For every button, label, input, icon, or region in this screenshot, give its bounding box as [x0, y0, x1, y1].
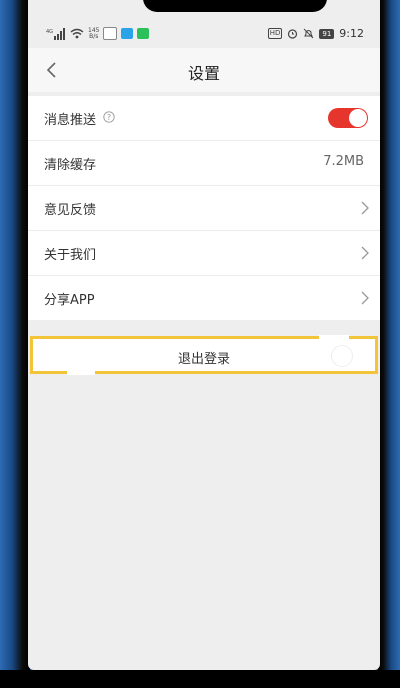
- hd-badge: HD: [267, 28, 283, 39]
- navigation-header: 设置: [28, 48, 380, 92]
- settings-item-about[interactable]: 关于我们: [28, 231, 380, 276]
- tencent-app-icon: [103, 27, 118, 40]
- phone-frame-right: [378, 0, 400, 688]
- settings-item-share[interactable]: 分享APP: [28, 276, 380, 320]
- phone-screen: 4G 145 B/s HD 91 9:12 设置 消息推送 ? 清除缓存 7.2…: [28, 0, 380, 670]
- settings-item-label: 清除缓存: [44, 158, 97, 173]
- network-speed: 145 B/s: [88, 26, 100, 40]
- phone-frame-bottom: [0, 670, 400, 688]
- settings-item-push: 消息推送 ?: [28, 96, 380, 141]
- settings-item-clear-cache[interactable]: 清除缓存 7.2MB: [28, 141, 380, 186]
- highlight-gap: [67, 369, 95, 375]
- toggle-knob: [349, 109, 367, 127]
- telegram-icon: [121, 28, 134, 39]
- wechat-icon: [137, 28, 150, 39]
- push-notification-toggle[interactable]: [328, 108, 368, 128]
- page-title: 设置: [187, 64, 220, 83]
- phone-frame-left: [0, 0, 30, 688]
- status-bar: 4G 145 B/s HD 91 9:12: [28, 22, 380, 48]
- settings-item-label: 消息推送: [44, 113, 97, 128]
- cache-size-value: 7.2MB: [323, 154, 364, 169]
- svg-text:4G: 4G: [46, 29, 53, 35]
- camera-notch: [143, 0, 327, 12]
- wifi-icon: [70, 28, 84, 39]
- svg-text:?: ?: [107, 113, 111, 122]
- alarm-icon: [288, 29, 298, 39]
- status-time: 9:12: [339, 27, 364, 40]
- tap-indicator: [331, 345, 353, 367]
- battery-indicator: 91: [319, 28, 335, 39]
- settings-item-label: 分享APP: [44, 293, 95, 308]
- highlight-gap: [319, 335, 349, 341]
- help-icon[interactable]: ?: [103, 111, 115, 123]
- settings-item-label: 关于我们: [44, 248, 97, 263]
- chevron-right-icon: [361, 201, 369, 215]
- settings-item-feedback[interactable]: 意见反馈: [28, 186, 380, 231]
- chevron-right-icon: [361, 291, 369, 305]
- chevron-right-icon: [361, 246, 369, 260]
- logout-label: 退出登录: [177, 352, 230, 367]
- signal-icon: 4G: [46, 27, 65, 40]
- settings-item-label: 意见反馈: [44, 203, 97, 218]
- settings-list: 消息推送 ? 清除缓存 7.2MB 意见反馈 关于我们 分享APP: [28, 96, 380, 320]
- mute-icon: [304, 28, 314, 39]
- logout-button[interactable]: 退出登录: [30, 335, 378, 375]
